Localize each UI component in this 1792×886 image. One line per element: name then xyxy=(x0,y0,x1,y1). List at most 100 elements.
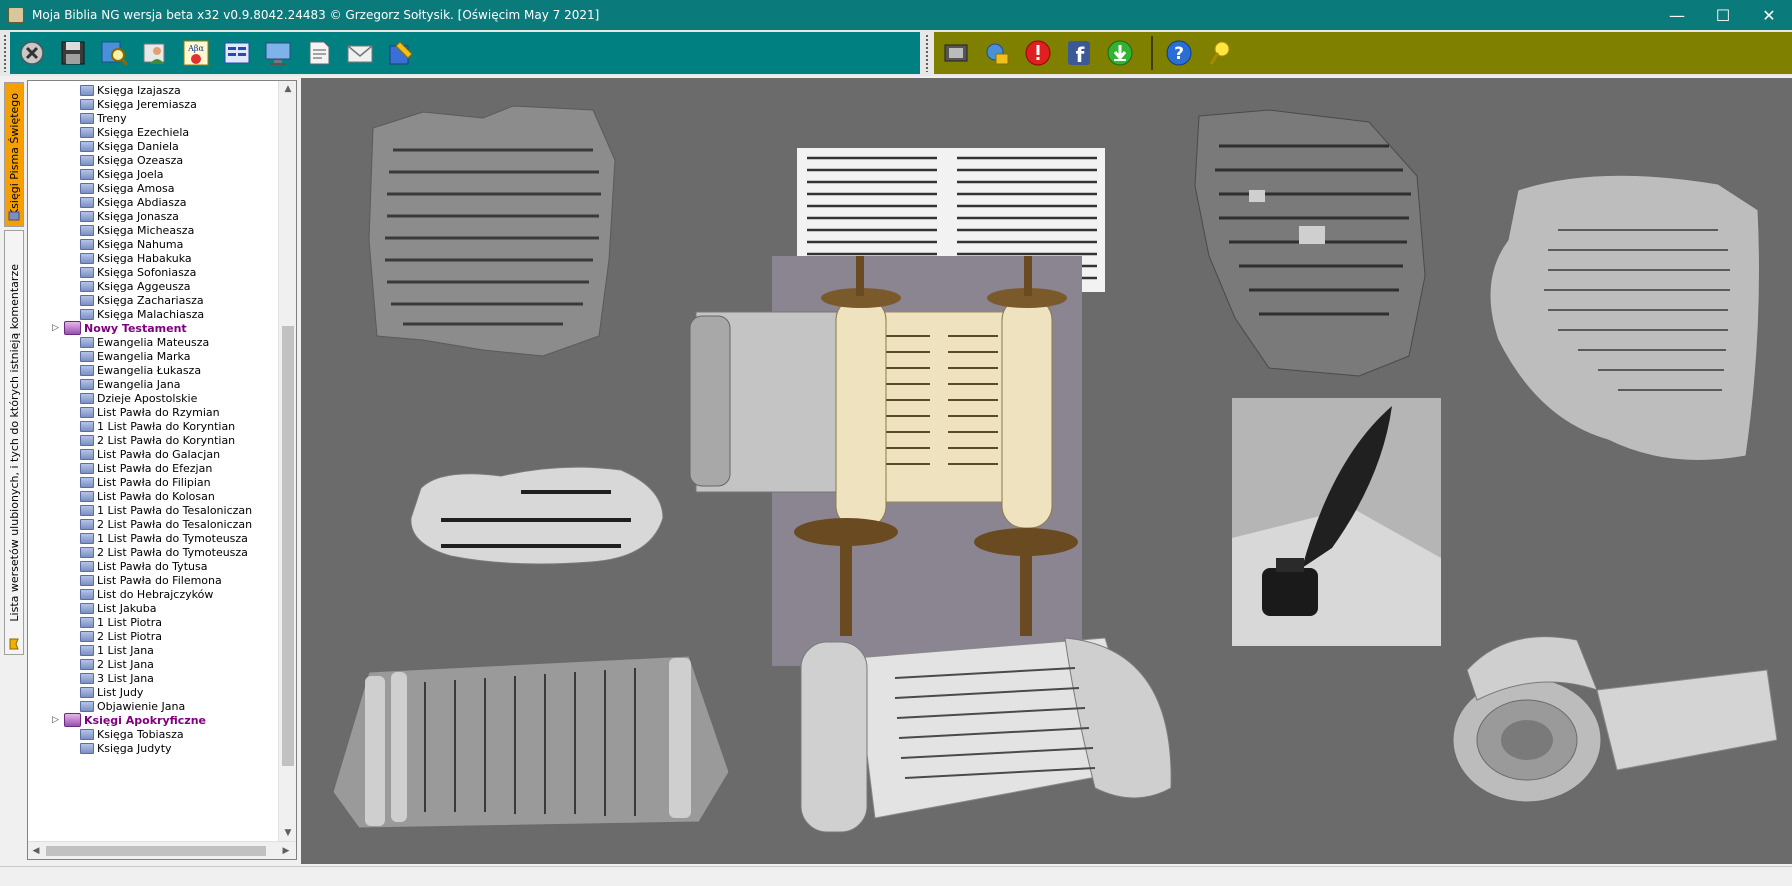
tab-favorites[interactable]: Lista wersetów ulubionych, i tych do któ… xyxy=(4,230,24,655)
tree-item-label: Ewangelia Jana xyxy=(97,377,181,391)
greek-dictionary-icon: Αβα xyxy=(183,40,209,66)
scroll-left-arrow-icon[interactable]: ◀ xyxy=(28,842,44,859)
maximize-button[interactable]: ☐ xyxy=(1700,0,1746,30)
tree-group-label: Księgi Apokryficzne xyxy=(84,713,206,727)
tree-group-label: Nowy Testament xyxy=(84,321,187,335)
tree-item-label: Treny xyxy=(97,111,127,125)
book-icon xyxy=(80,126,94,138)
tree-item-label: 3 List Jana xyxy=(97,671,154,685)
tree-item-label: Księga Izajasza xyxy=(97,83,181,97)
tree-item-label: 1 List Piotra xyxy=(97,615,162,629)
download-settings-button[interactable] xyxy=(979,35,1015,71)
book-icon xyxy=(80,392,94,404)
tree-vertical-scrollbar[interactable]: ▲ ▼ xyxy=(278,81,296,841)
book-icon xyxy=(80,182,94,194)
tree-item-label: Księga Micheasza xyxy=(97,223,195,237)
tree-item-label: 2 List Pawła do Tymoteusza xyxy=(97,545,248,559)
tree-item-label: 2 List Pawła do Koryntian xyxy=(97,433,236,447)
book-icon xyxy=(80,308,94,320)
book-icon xyxy=(80,462,94,474)
tree-item-label: List Pawła do Tytusa xyxy=(97,559,208,573)
update-button[interactable] xyxy=(1102,35,1138,71)
book-icon xyxy=(80,196,94,208)
books-tree-pane: Księga Izajasza Księga Jeremiasza Treny Ksi… xyxy=(27,80,297,860)
tab-books-label: Księgi Pisma Świętego xyxy=(7,92,21,217)
tree-item-label: List Pawła do Rzymian xyxy=(97,405,220,419)
book-icon xyxy=(80,546,94,558)
film-button[interactable] xyxy=(938,35,974,71)
scroll-up-arrow-icon[interactable]: ▲ xyxy=(279,81,296,97)
book-icon xyxy=(80,406,94,418)
books-tree[interactable]: Księga Izajasza Księga Jeremiasza Treny Ksi… xyxy=(28,81,278,841)
book-icon xyxy=(80,350,94,362)
book-icon xyxy=(80,112,94,124)
toolbar-grip-left[interactable] xyxy=(3,34,7,72)
tree-item-label: 1 List Pawła do Koryntian xyxy=(97,419,236,433)
close-button[interactable]: ✕ xyxy=(1746,0,1792,30)
help-icon: ? xyxy=(1166,40,1192,66)
user-icon xyxy=(143,43,165,64)
scroll-right-arrow-icon[interactable]: ▶ xyxy=(278,842,294,859)
book-icon xyxy=(80,630,94,642)
tree-horizontal-scrollbar[interactable]: ◀ ▶ xyxy=(28,841,296,859)
film-icon xyxy=(944,44,968,62)
book-icon xyxy=(80,252,94,264)
facebook-button[interactable]: f xyxy=(1061,35,1097,71)
tree-item-label: Księga Ezechiela xyxy=(97,125,190,139)
book-group-icon xyxy=(64,321,81,335)
main-toolbar: Αβα xyxy=(10,32,920,74)
compare-button[interactable] xyxy=(219,35,255,71)
notes-button[interactable] xyxy=(301,35,337,71)
app-icon xyxy=(8,7,24,23)
tree-item-label: Księga Abdiasza xyxy=(97,195,187,209)
tree-item-label: Księga Zachariasza xyxy=(97,293,204,307)
svg-text:?: ? xyxy=(1174,44,1184,64)
tools-icon xyxy=(389,41,413,65)
scroll-down-arrow-icon[interactable]: ▼ xyxy=(279,825,296,841)
horizontal-scroll-thumb[interactable] xyxy=(46,846,266,856)
tree-item-label: Księga Joela xyxy=(97,167,164,181)
tree-item-book[interactable]: Księga Judyty xyxy=(80,740,172,756)
save-button[interactable] xyxy=(55,35,91,71)
tools-button[interactable] xyxy=(383,35,419,71)
tree-item-label: 2 List Piotra xyxy=(97,629,162,643)
tree-item-label: Księga Nahuma xyxy=(97,237,184,251)
tree-item-label: Księga Ozeasza xyxy=(97,153,184,167)
svg-text:Αβα: Αβα xyxy=(187,44,204,53)
toolbar-grip-right[interactable] xyxy=(925,34,929,72)
quill-and-ink-image xyxy=(1232,398,1441,646)
alert-button[interactable] xyxy=(1020,35,1056,71)
expand-arrow-icon[interactable]: ▷ xyxy=(52,715,62,725)
book-icon xyxy=(80,728,94,740)
book-icon xyxy=(80,672,94,684)
tip-button[interactable] xyxy=(1202,35,1238,71)
book-icon xyxy=(80,266,94,278)
help-button[interactable]: ? xyxy=(1161,35,1197,71)
tip-icon xyxy=(1209,41,1230,65)
tree-item-label: Dzieje Apostolskie xyxy=(97,391,198,405)
greek-dictionary-button[interactable]: Αβα xyxy=(178,35,214,71)
alert-icon xyxy=(1025,40,1051,66)
book-icon xyxy=(80,336,94,348)
tab-books[interactable]: Księgi Pisma Świętego xyxy=(4,82,24,227)
book-icon xyxy=(80,154,94,166)
svg-text:f: f xyxy=(1076,43,1085,67)
minimize-button[interactable]: — xyxy=(1654,0,1700,30)
user-button[interactable] xyxy=(137,35,173,71)
tree-item-label: List Pawła do Filipian xyxy=(97,475,211,489)
tree-item-label: List Pawła do Kolosan xyxy=(97,489,215,503)
expand-arrow-icon[interactable]: ▷ xyxy=(52,323,62,333)
exit-button[interactable] xyxy=(14,35,50,71)
tree-item-label: 1 List Jana xyxy=(97,643,154,657)
book-icon xyxy=(80,84,94,96)
monitor-button[interactable] xyxy=(260,35,296,71)
book-icon xyxy=(80,98,94,110)
book-icon xyxy=(80,378,94,390)
mail-button[interactable] xyxy=(342,35,378,71)
vertical-scroll-thumb[interactable] xyxy=(282,326,294,766)
rolled-scroll-bottom-right-image xyxy=(1452,636,1777,803)
tree-item-label: Ewangelia Łukasza xyxy=(97,363,202,377)
search-button[interactable] xyxy=(96,35,132,71)
open-scroll-bottom-left-image xyxy=(332,655,730,829)
book-icon xyxy=(80,364,94,376)
